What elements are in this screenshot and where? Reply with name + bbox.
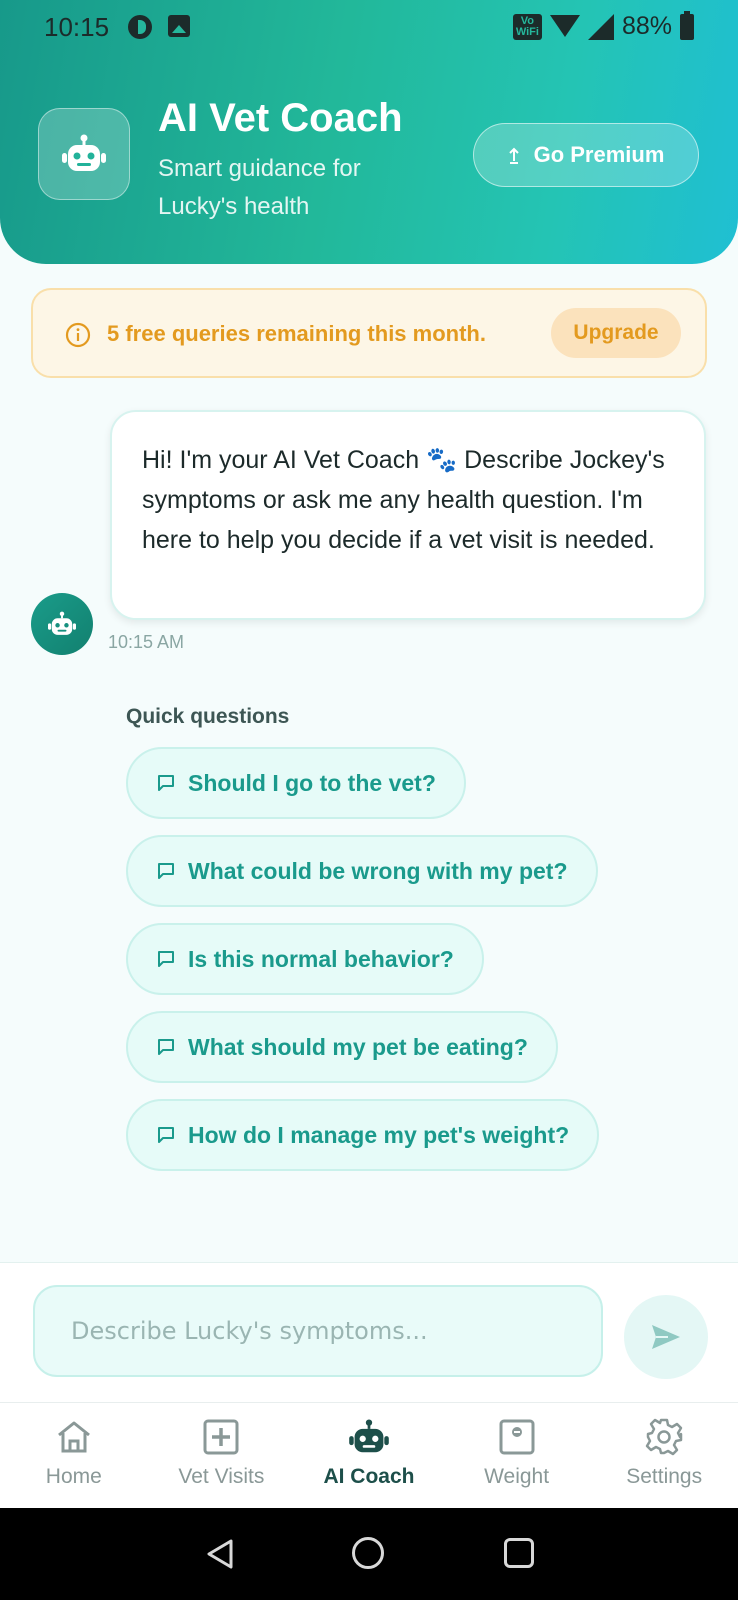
page-title: AI Vet Coach [158,96,403,140]
bottom-nav: Home Vet Visits AI Coach Weight Settings [0,1402,738,1508]
nav-label-vet-visits: Vet Visits [178,1465,265,1488]
go-premium-button[interactable]: Go Premium [473,123,699,187]
nav-label-weight: Weight [484,1465,550,1488]
chat-bubble-icon [158,775,174,791]
quick-question-label: What could be wrong with my pet? [188,857,568,884]
recent-apps-icon[interactable] [504,1538,534,1568]
message-input[interactable] [33,1285,603,1377]
upload-arrow-icon [508,147,519,164]
quick-question-chip[interactable]: Is this normal behavior? [126,923,484,995]
quick-questions-label: Quick questions [126,705,290,728]
vowifi-line1: Vo [520,14,535,27]
scale-icon [499,1419,535,1455]
robot-icon [62,134,106,171]
medical-plus-icon [203,1419,239,1455]
quick-question-chip[interactable]: Should I go to the vet? [126,747,466,819]
queries-remaining-banner: 5 free queries remaining this month. Upg… [31,288,707,378]
home-icon [57,1421,90,1453]
assistant-message-bubble: Hi! I'm your AI Vet Coach 🐾 Describe Joc… [110,410,706,620]
composer-bar [0,1262,738,1402]
nav-label-home: Home [45,1465,102,1488]
nav-item-settings[interactable]: Settings [590,1403,738,1508]
nav-item-ai-coach[interactable]: AI Coach [295,1403,443,1508]
quick-question-label: What should my pet be eating? [188,1033,528,1060]
nav-item-vet-visits[interactable]: Vet Visits [148,1403,296,1508]
page-subtitle: Smart guidance for Lucky's health [158,155,361,220]
nav-label-settings: Settings [626,1465,703,1488]
image-notification-icon [168,15,190,37]
app-header: 10:15 Vo WiFi 88% AI Vet Coach Smart gui… [0,0,738,264]
vowifi-icon: Vo WiFi [512,13,542,40]
home-button-icon[interactable] [352,1537,384,1569]
app-notification-icon [128,15,152,39]
vowifi-line2: WiFi [515,25,539,38]
robot-icon [48,611,76,635]
assistant-avatar [31,593,93,655]
chat-bubble-icon [158,863,174,879]
battery-icon [680,10,694,40]
quick-question-chip[interactable]: What should my pet be eating? [126,1011,558,1083]
send-button[interactable] [624,1295,708,1379]
message-timestamp: 10:15 AM [108,632,185,652]
quick-question-label: Is this normal behavior? [188,945,454,972]
chat-bubble-icon [158,1127,174,1143]
quick-question-chip[interactable]: How do I manage my pet's weight? [126,1099,600,1171]
chat-bubble-icon [158,951,174,967]
nav-item-home[interactable]: Home [0,1403,148,1508]
header-robot-badge [38,108,130,200]
nav-item-weight[interactable]: Weight [443,1403,591,1508]
status-right: Vo WiFi 88% [512,10,694,41]
system-navigation-bar [0,1508,738,1600]
upgrade-button[interactable]: Upgrade [551,308,681,358]
wifi-icon [549,14,580,39]
quick-question-label: Should I go to the vet? [188,769,436,796]
info-icon [65,322,91,348]
nav-label-ai-coach: AI Coach [323,1465,415,1488]
status-time: 10:15 [44,12,110,42]
quick-question-label: How do I manage my pet's weight? [188,1121,570,1148]
send-icon [652,1325,680,1349]
status-bar: 10:15 Vo WiFi 88% [0,0,738,56]
back-icon[interactable] [205,1538,237,1570]
queries-remaining-text: 5 free queries remaining this month. [107,321,486,346]
battery-percent: 88% [621,12,672,40]
signal-icon [587,13,614,40]
go-premium-label: Go Premium [533,142,665,167]
gear-icon [645,1418,683,1456]
robot-icon [349,1419,389,1453]
quick-question-chip[interactable]: What could be wrong with my pet? [126,835,598,907]
chat-bubble-icon [158,1039,174,1055]
